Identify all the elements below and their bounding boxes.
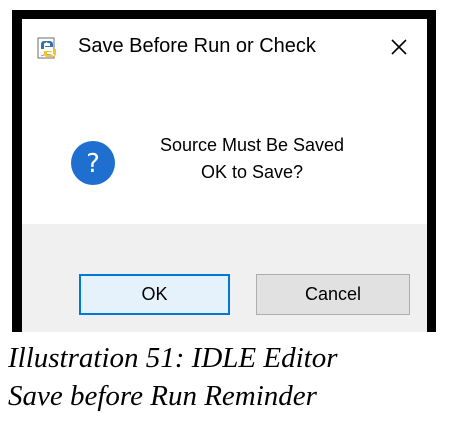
close-icon: [391, 39, 407, 55]
message-line-1: Source Must Be Saved: [159, 135, 345, 155]
cancel-button[interactable]: Cancel: [256, 274, 410, 315]
caption-line-2: Save before Run Reminder: [8, 380, 317, 412]
question-icon: ?: [69, 139, 117, 187]
caption-line-1: Illustration 51: IDLE Editor: [8, 342, 338, 374]
dialog-message: Source Must Be Saved OK to Save?: [132, 132, 372, 186]
page: Save Before Run or Check ? Source Must B…: [0, 0, 450, 429]
dialog-titlebar[interactable]: Save Before Run or Check: [22, 19, 427, 77]
python-idle-icon: [36, 37, 60, 61]
dialog-title: Save Before Run or Check: [78, 35, 316, 57]
message-line-2: OK to Save?: [200, 162, 304, 182]
svg-text:?: ?: [86, 149, 100, 179]
dialog-content: ? Source Must Be Saved OK to Save?: [22, 77, 427, 224]
illustration-caption: Illustration 51: IDLE Editor Save before…: [8, 339, 337, 415]
save-before-run-dialog: Save Before Run or Check ? Source Must B…: [22, 19, 427, 332]
dialog-button-bar: OK Cancel: [22, 224, 427, 332]
close-button[interactable]: [371, 19, 427, 75]
ok-button[interactable]: OK: [79, 274, 230, 315]
